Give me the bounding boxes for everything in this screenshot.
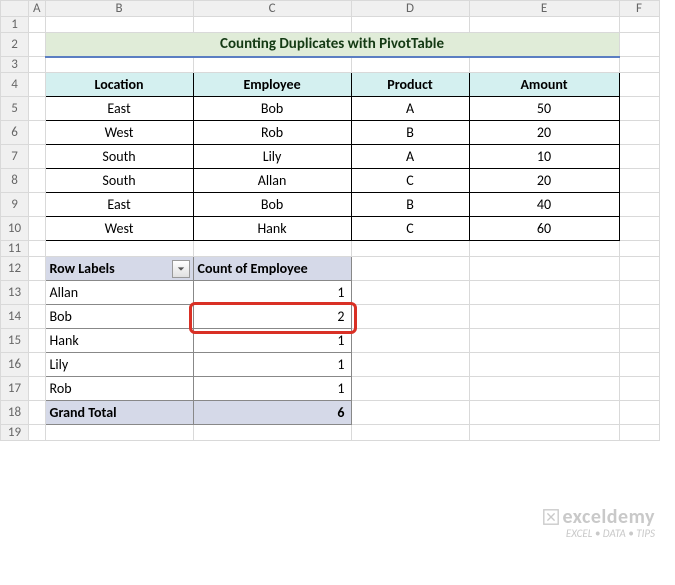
- spreadsheet-grid: A B C D E F 1 2 Counting Duplicates with…: [0, 0, 660, 441]
- cell[interactable]: 60: [469, 217, 619, 241]
- pivot-row-count[interactable]: 1: [193, 377, 351, 401]
- row-header-17[interactable]: 17: [1, 377, 29, 401]
- row-header-7[interactable]: 7: [1, 145, 29, 169]
- cell[interactable]: 50: [469, 97, 619, 121]
- cell[interactable]: East: [45, 97, 193, 121]
- row-header-8[interactable]: 8: [1, 169, 29, 193]
- cell[interactable]: 40: [469, 193, 619, 217]
- pivot-count-header: Count of Employee: [193, 257, 351, 281]
- col-header-B[interactable]: B: [45, 1, 193, 17]
- cell[interactable]: 10: [469, 145, 619, 169]
- pivot-filter-dropdown[interactable]: [172, 260, 190, 278]
- col-header-E[interactable]: E: [469, 1, 619, 17]
- row-header-18[interactable]: 18: [1, 401, 29, 425]
- pivot-row-label[interactable]: Rob: [45, 377, 193, 401]
- cell[interactable]: East: [45, 193, 193, 217]
- row-header-3[interactable]: 3: [1, 57, 29, 73]
- cell[interactable]: Bob: [193, 97, 351, 121]
- cell[interactable]: B: [351, 121, 469, 145]
- logo-icon: [542, 508, 560, 526]
- cell[interactable]: A: [351, 145, 469, 169]
- row-header-14[interactable]: 14: [1, 305, 29, 329]
- cell[interactable]: A: [351, 97, 469, 121]
- pivot-grand-total-value: 6: [193, 401, 351, 425]
- pivot-row-count[interactable]: 1: [193, 281, 351, 305]
- row-header-16[interactable]: 16: [1, 353, 29, 377]
- col-header-D[interactable]: D: [351, 1, 469, 17]
- cell[interactable]: Hank: [193, 217, 351, 241]
- pivot-row-label[interactable]: Allan: [45, 281, 193, 305]
- cell[interactable]: Lily: [193, 145, 351, 169]
- chevron-down-icon: [177, 265, 185, 273]
- row-header-19[interactable]: 19: [1, 425, 29, 441]
- pivot-row-label[interactable]: Lily: [45, 353, 193, 377]
- col-product: Product: [351, 73, 469, 97]
- pivot-row-label[interactable]: Bob: [45, 305, 193, 329]
- cell[interactable]: 20: [469, 121, 619, 145]
- col-header-F[interactable]: F: [619, 1, 659, 17]
- pivot-rowlabels-text: Row Labels: [50, 260, 115, 277]
- cell[interactable]: C: [351, 169, 469, 193]
- cell[interactable]: West: [45, 217, 193, 241]
- row-header-9[interactable]: 9: [1, 193, 29, 217]
- select-all-corner[interactable]: [1, 1, 29, 17]
- page-title: Counting Duplicates with PivotTable: [45, 33, 619, 57]
- watermark-brand: exceldemy: [562, 506, 655, 528]
- row-header-2[interactable]: 2: [1, 33, 29, 57]
- cell[interactable]: South: [45, 145, 193, 169]
- pivot-rowlabels-header[interactable]: Row Labels: [45, 257, 193, 281]
- col-amount: Amount: [469, 73, 619, 97]
- row-header-5[interactable]: 5: [1, 97, 29, 121]
- cell[interactable]: C: [351, 217, 469, 241]
- cell[interactable]: West: [45, 121, 193, 145]
- pivot-row-count-highlighted[interactable]: 2: [193, 305, 351, 329]
- row-header-12[interactable]: 12: [1, 257, 29, 281]
- cell[interactable]: Rob: [193, 121, 351, 145]
- watermark: exceldemy EXCEL • DATA • TIPS: [542, 506, 655, 540]
- pivot-row-count[interactable]: 1: [193, 329, 351, 353]
- cell[interactable]: Bob: [193, 193, 351, 217]
- cell[interactable]: 20: [469, 169, 619, 193]
- row-header-13[interactable]: 13: [1, 281, 29, 305]
- col-location: Location: [45, 73, 193, 97]
- col-header-A[interactable]: A: [29, 1, 46, 17]
- row-header-15[interactable]: 15: [1, 329, 29, 353]
- pivot-row-count[interactable]: 1: [193, 353, 351, 377]
- col-header-C[interactable]: C: [193, 1, 351, 17]
- col-employee: Employee: [193, 73, 351, 97]
- row-header-1[interactable]: 1: [1, 17, 29, 33]
- row-header-4[interactable]: 4: [1, 73, 29, 97]
- cell[interactable]: Allan: [193, 169, 351, 193]
- pivot-grand-total-label: Grand Total: [45, 401, 193, 425]
- cell[interactable]: B: [351, 193, 469, 217]
- row-header-6[interactable]: 6: [1, 121, 29, 145]
- cell[interactable]: South: [45, 169, 193, 193]
- row-header-11[interactable]: 11: [1, 241, 29, 257]
- pivot-row-label[interactable]: Hank: [45, 329, 193, 353]
- watermark-tagline: EXCEL • DATA • TIPS: [542, 528, 655, 540]
- row-header-10[interactable]: 10: [1, 217, 29, 241]
